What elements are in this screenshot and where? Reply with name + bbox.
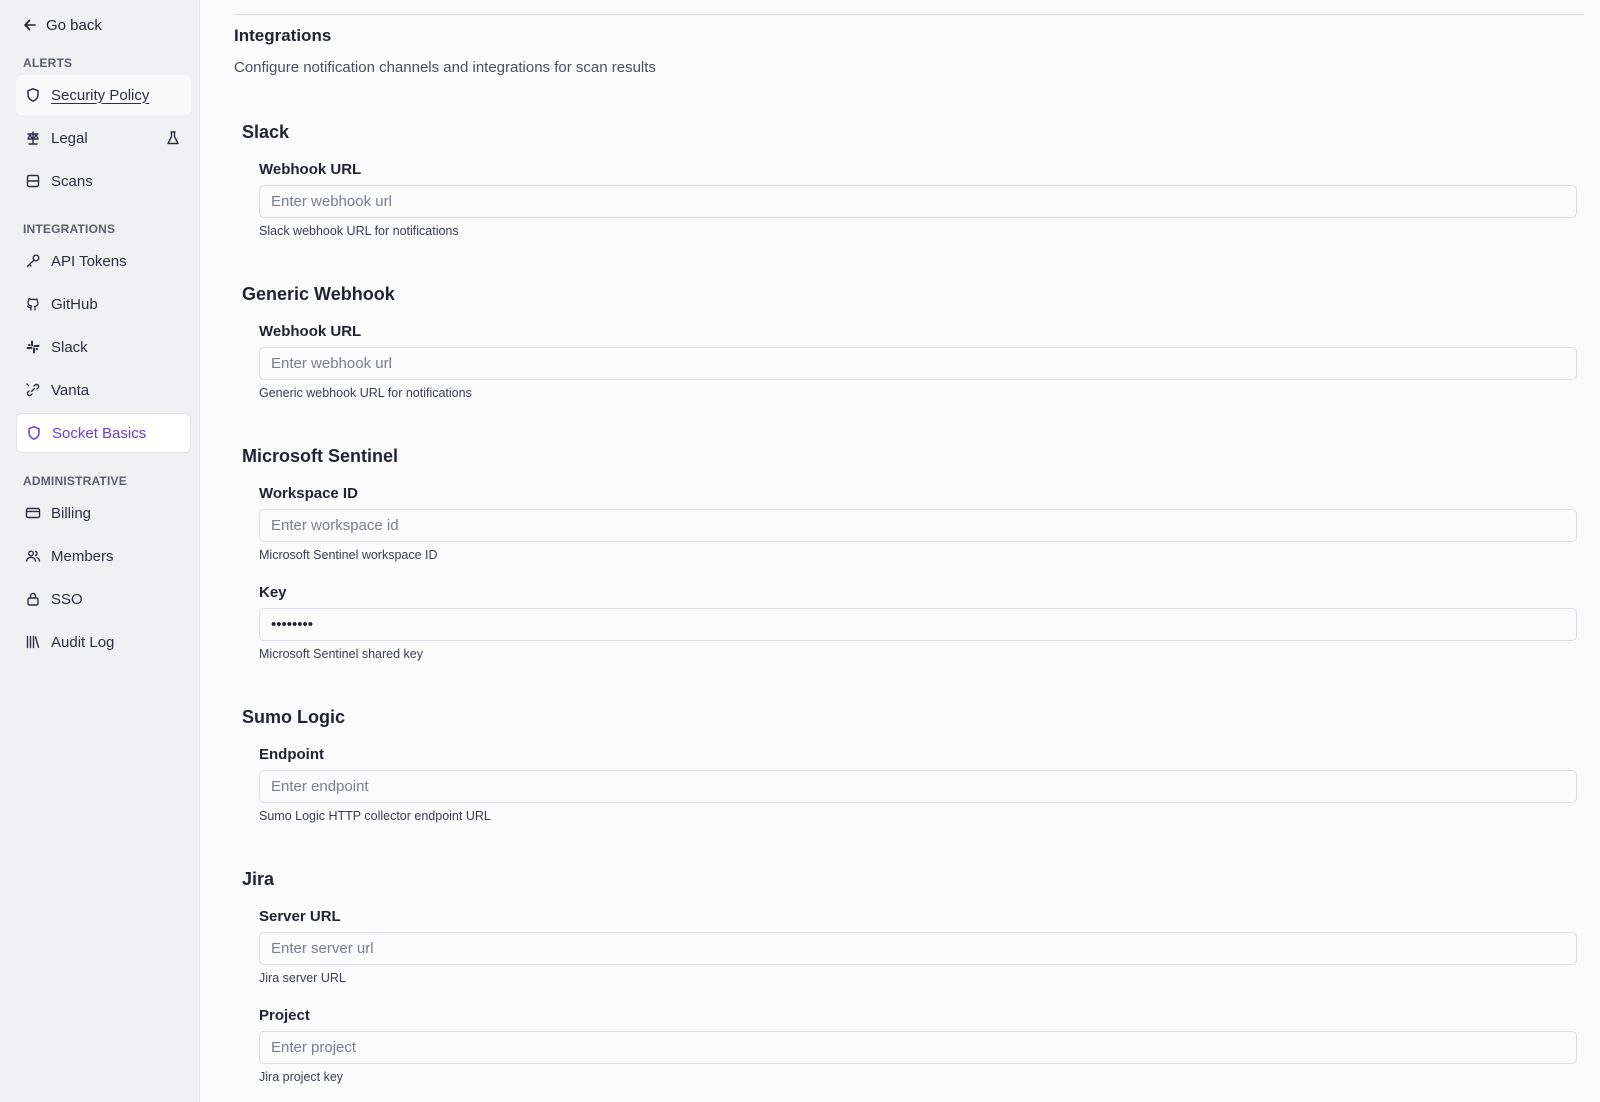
sidebar-item-security-policy[interactable]: Security Policy [16, 75, 191, 115]
sidebar-item-api-tokens[interactable]: API Tokens [16, 241, 191, 281]
divider [234, 14, 1584, 15]
sidebar-item-socket-basics[interactable]: Socket Basics [16, 413, 191, 453]
slack-icon [25, 339, 41, 355]
github-icon [25, 296, 41, 312]
library-icon [25, 634, 41, 650]
scale-icon [25, 130, 41, 146]
sumo-logic-endpoint-input[interactable] [259, 770, 1577, 803]
go-back-label: Go back [46, 16, 102, 34]
field-help-text: Microsoft Sentinel shared key [259, 647, 423, 661]
section-heading-alerts: ALERTS [23, 56, 73, 70]
sidebar-item-scans[interactable]: Scans [16, 161, 191, 201]
sidebar-item-audit-log[interactable]: Audit Log [16, 622, 191, 662]
sidebar-item-billing[interactable]: Billing [16, 493, 191, 533]
field-label: Server URL [259, 908, 341, 925]
link-icon [25, 382, 41, 398]
sidebar-item-label: API Tokens [51, 252, 127, 270]
field-label: Webhook URL [259, 161, 362, 178]
scan-icon [25, 173, 41, 189]
sidebar-item-label: Security Policy [51, 86, 150, 104]
sidebar-item-label: Socket Basics [52, 424, 147, 442]
field-label: Project [259, 1007, 310, 1024]
sidebar-item-label: Scans [51, 172, 93, 190]
sidebar-item-slack[interactable]: Slack [16, 327, 191, 367]
sidebar-item-label: Audit Log [51, 633, 115, 651]
sidebar-item-sso[interactable]: SSO [16, 579, 191, 619]
section-heading-administrative: ADMINISTRATIVE [23, 474, 127, 488]
field-help-text: Sumo Logic HTTP collector endpoint URL [259, 809, 491, 823]
flask-icon [165, 130, 181, 146]
sidebar-item-label: Billing [51, 504, 92, 522]
field-label: Webhook URL [259, 323, 362, 340]
field-help-text: Microsoft Sentinel workspace ID [259, 548, 438, 562]
key-icon [25, 253, 41, 269]
sidebar: Go back ALERTS Security Policy Legal Sca… [0, 0, 200, 1102]
field-label: Endpoint [259, 746, 324, 763]
generic-webhook-url-input[interactable] [259, 347, 1577, 380]
sidebar-item-label: GitHub [51, 295, 98, 313]
page-title: Integrations [234, 26, 332, 45]
sidebar-item-label: Slack [51, 338, 88, 356]
field-help-text: Slack webhook URL for notifications [259, 224, 459, 238]
main-content: Integrations Configure notification chan… [200, 0, 1600, 1102]
sentinel-workspace-id-input[interactable] [259, 509, 1577, 542]
sidebar-item-legal[interactable]: Legal [16, 118, 191, 158]
shield-icon [25, 87, 41, 103]
jira-project-input[interactable] [259, 1031, 1577, 1064]
shield-icon [26, 425, 42, 441]
group-title-generic-webhook: Generic Webhook [242, 284, 395, 304]
sidebar-item-label: Members [51, 547, 114, 565]
sidebar-item-members[interactable]: Members [16, 536, 191, 576]
field-help-text: Jira project key [259, 1070, 344, 1084]
group-title-sumo-logic: Sumo Logic [242, 707, 345, 727]
field-label: Workspace ID [259, 485, 358, 502]
slack-webhook-url-input[interactable] [259, 185, 1577, 218]
go-back-button[interactable]: Go back [22, 14, 102, 36]
sidebar-item-label: Legal [51, 129, 88, 147]
sidebar-item-vanta[interactable]: Vanta [16, 370, 191, 410]
sidebar-item-github[interactable]: GitHub [16, 284, 191, 324]
group-title-microsoft-sentinel: Microsoft Sentinel [242, 446, 399, 466]
field-help-text: Jira server URL [259, 971, 346, 985]
section-heading-integrations: INTEGRATIONS [23, 222, 116, 236]
arrow-left-icon [24, 19, 36, 31]
group-title-slack: Slack [242, 122, 290, 142]
jira-server-url-input[interactable] [259, 932, 1577, 965]
page-description: Configure notification channels and inte… [234, 59, 656, 76]
field-help-text: Generic webhook URL for notifications [259, 386, 472, 400]
users-icon [25, 548, 41, 564]
sidebar-item-label: Vanta [51, 381, 90, 399]
group-title-jira: Jira [242, 869, 275, 889]
sentinel-key-input[interactable] [259, 608, 1577, 641]
sidebar-item-label: SSO [51, 590, 83, 608]
lock-icon [25, 591, 41, 607]
field-label: Key [259, 584, 287, 601]
credit-card-icon [25, 505, 41, 521]
